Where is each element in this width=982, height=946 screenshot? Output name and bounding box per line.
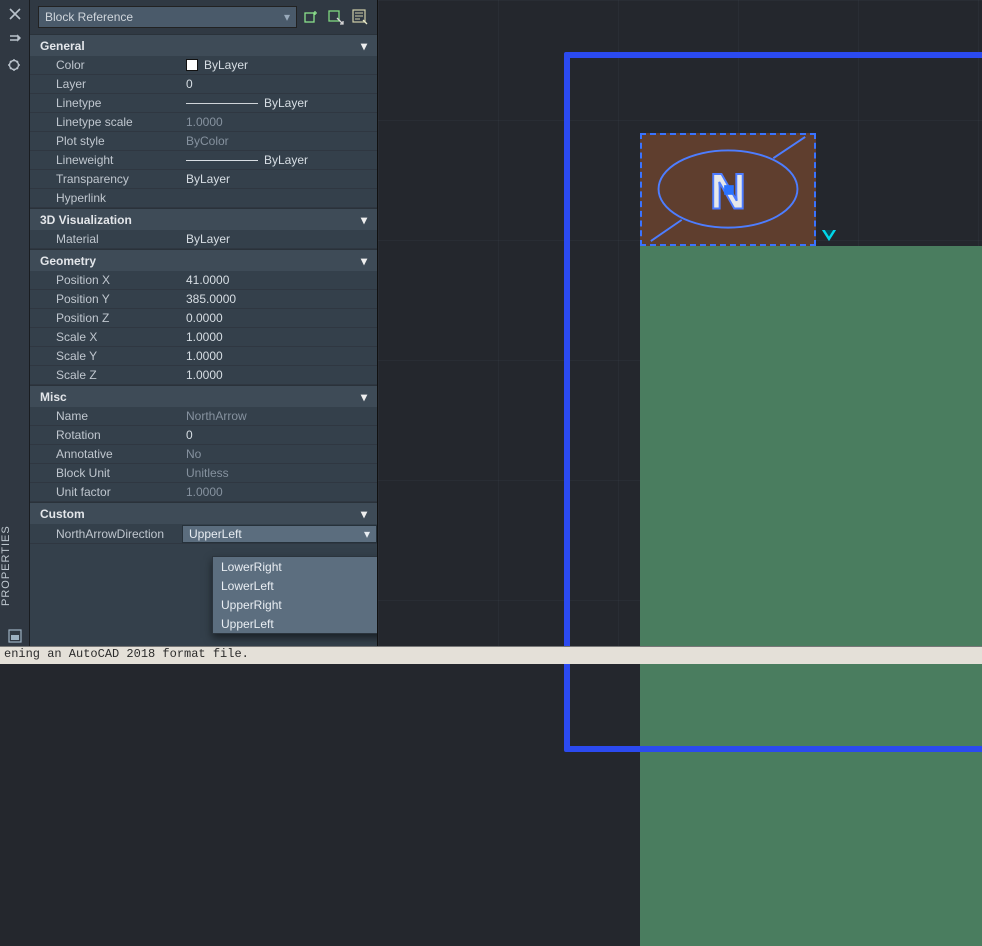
- palette-titlebar[interactable]: PROPERTIES: [0, 0, 30, 646]
- property-row-name: Name NorthArrow: [30, 407, 377, 426]
- property-row-scale-y[interactable]: Scale Y 1.0000: [30, 347, 377, 366]
- property-row-position-z[interactable]: Position Z 0.0000: [30, 309, 377, 328]
- dynamic-block-triangle-grip[interactable]: [822, 230, 836, 241]
- property-row-hyperlink[interactable]: Hyperlink: [30, 189, 377, 208]
- property-row-unit-factor: Unit factor 1.0000: [30, 483, 377, 502]
- property-row-material[interactable]: Material ByLayer: [30, 230, 377, 249]
- property-row-layer[interactable]: Layer 0: [30, 75, 377, 94]
- object-type-selector[interactable]: Block Reference ▾: [38, 6, 297, 28]
- select-objects-icon[interactable]: [327, 8, 345, 26]
- model-space-viewport[interactable]: N: [378, 0, 982, 646]
- property-row-plotstyle: Plot style ByColor: [30, 132, 377, 151]
- chevron-down-icon: ▾: [361, 39, 367, 53]
- property-row-transparency[interactable]: Transparency ByLayer: [30, 170, 377, 189]
- northarrow-block-instance[interactable]: N: [640, 133, 816, 246]
- northarrowdirection-dropdown-list[interactable]: LowerRight LowerLeft UpperRight UpperLef…: [212, 556, 378, 634]
- chevron-down-icon: ▾: [361, 213, 367, 227]
- linetype-sample-icon: [186, 103, 258, 104]
- chevron-down-icon: ▾: [361, 390, 367, 404]
- dropdown-option-upperright[interactable]: UpperRight: [213, 595, 378, 614]
- lineweight-sample-icon: [186, 160, 258, 161]
- property-row-northarrowdirection[interactable]: NorthArrowDirection UpperLeft ▾: [30, 524, 377, 544]
- property-row-rotation[interactable]: Rotation 0: [30, 426, 377, 445]
- object-type-label: Block Reference: [45, 10, 133, 24]
- properties-palette: Block Reference ▾ General ▾ Color ByLaye…: [30, 0, 378, 646]
- property-row-lineweight[interactable]: Lineweight ByLayer: [30, 151, 377, 170]
- quick-select-icon[interactable]: [351, 8, 369, 26]
- property-row-annotative: Annotative No: [30, 445, 377, 464]
- section-header-geometry[interactable]: Geometry ▾: [30, 249, 377, 271]
- property-row-linetype[interactable]: Linetype ByLayer: [30, 94, 377, 113]
- command-line[interactable]: ening an AutoCAD 2018 format file.: [0, 646, 982, 664]
- property-row-color[interactable]: Color ByLayer: [30, 56, 377, 75]
- palette-dock-icon[interactable]: [7, 628, 23, 644]
- layout-paper-background: [640, 246, 982, 946]
- palette-title: PROPERTIES: [0, 506, 30, 626]
- chevron-down-icon: ▾: [364, 527, 370, 541]
- palette-menu-icon[interactable]: [7, 58, 23, 74]
- northarrowdirection-select[interactable]: UpperLeft ▾: [182, 525, 377, 543]
- section-header-general[interactable]: General ▾: [30, 34, 377, 56]
- chevron-down-icon: ▾: [361, 507, 367, 521]
- property-row-scale-x[interactable]: Scale X 1.0000: [30, 328, 377, 347]
- properties-header: Block Reference ▾: [30, 0, 377, 34]
- section-header-3dviz[interactable]: 3D Visualization ▾: [30, 208, 377, 230]
- property-row-position-x[interactable]: Position X 41.0000: [30, 271, 377, 290]
- dropdown-option-lowerleft[interactable]: LowerLeft: [213, 576, 378, 595]
- section-header-misc[interactable]: Misc ▾: [30, 385, 377, 407]
- property-row-position-y[interactable]: Position Y 385.0000: [30, 290, 377, 309]
- property-row-block-unit: Block Unit Unitless: [30, 464, 377, 483]
- dropdown-option-upperleft[interactable]: UpperLeft: [213, 614, 378, 633]
- property-row-scale-z[interactable]: Scale Z 1.0000: [30, 366, 377, 385]
- chevron-down-icon: ▾: [284, 10, 290, 24]
- northarrow-graphic: N: [642, 135, 814, 244]
- dropdown-option-lowerright[interactable]: LowerRight: [213, 557, 378, 576]
- section-header-custom[interactable]: Custom ▾: [30, 502, 377, 524]
- color-swatch-icon: [186, 59, 198, 71]
- toggle-pickadd-icon[interactable]: [303, 8, 321, 26]
- property-row-linetype-scale[interactable]: Linetype scale 1.0000: [30, 113, 377, 132]
- autohide-pin-icon[interactable]: [7, 32, 23, 48]
- chevron-down-icon: ▾: [361, 254, 367, 268]
- close-icon[interactable]: [7, 6, 23, 22]
